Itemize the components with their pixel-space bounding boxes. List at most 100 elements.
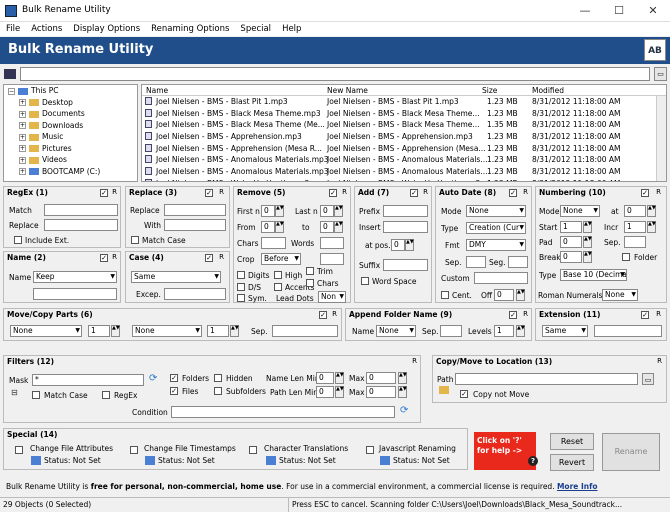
numbering-type-select[interactable]: Base 10 (Decimal) (560, 269, 627, 281)
tree-item[interactable]: − This PC (4, 85, 137, 97)
path-input[interactable] (20, 67, 650, 81)
rename-button[interactable]: Rename (602, 433, 660, 471)
numbering-break-input[interactable]: 0 (560, 251, 582, 263)
change-timestamps-checkbox[interactable] (130, 446, 138, 454)
col-size[interactable]: Size (482, 86, 497, 95)
first-n-input[interactable]: 0 (261, 205, 275, 217)
extension-reset-button[interactable]: R (654, 310, 663, 319)
regex-replace-input[interactable] (44, 219, 118, 231)
include-ext-checkbox[interactable] (14, 236, 22, 244)
name-reset-button[interactable]: R (110, 253, 119, 262)
append-folder-enable-checkbox[interactable]: ✓ (509, 311, 517, 319)
filter-match-case-checkbox[interactable] (32, 391, 40, 399)
at-pos-spinner[interactable]: ▲▼ (405, 239, 414, 251)
file-list[interactable]: Name New Name Size Modified Joel Nielsen… (141, 84, 667, 182)
filter-regex-checkbox[interactable] (102, 391, 110, 399)
more-info-link[interactable]: More Info (557, 482, 598, 491)
file-row[interactable]: Joel Nielsen - BMS - Black Mesa Theme (M… (142, 119, 666, 131)
remove-enable-checkbox[interactable]: ✓ (329, 189, 337, 197)
regex-match-input[interactable] (44, 204, 118, 216)
auto-date-seg-input[interactable] (508, 256, 528, 268)
refresh-icon[interactable]: ⟳ (149, 374, 159, 384)
numbering-folder-checkbox[interactable] (622, 253, 630, 261)
move-copy-num-b[interactable]: 1 (207, 325, 229, 337)
append-folder-reset-button[interactable]: R (521, 310, 530, 319)
numbering-at-spinner[interactable]: ▲▼ (647, 205, 656, 217)
copy-not-move-checkbox[interactable]: ✓ (460, 390, 468, 398)
numbering-incr-spinner[interactable]: ▲▼ (647, 221, 656, 233)
words-input[interactable] (320, 237, 344, 249)
timestamps-icon[interactable] (145, 456, 155, 465)
digits-checkbox[interactable] (237, 271, 245, 279)
numbering-incr-input[interactable]: 1 (624, 221, 646, 233)
col-name[interactable]: Name (146, 86, 168, 95)
add-reset-button[interactable]: R (421, 188, 430, 197)
cent-checkbox[interactable] (441, 291, 449, 299)
numbering-pad-input[interactable]: 0 (560, 236, 582, 248)
hidden-checkbox[interactable] (214, 374, 222, 382)
tree-item[interactable]: + Documents (4, 108, 137, 120)
expand-icon[interactable]: + (19, 156, 26, 164)
expand-icon[interactable]: + (19, 133, 26, 141)
maximize-button[interactable]: ☐ (602, 0, 636, 22)
regex-enable-checkbox[interactable]: ✓ (100, 189, 108, 197)
subfolders-checkbox[interactable] (214, 387, 222, 395)
replace-reset-button[interactable]: R (217, 188, 226, 197)
files-checkbox[interactable]: ✓ (170, 387, 178, 395)
expand-icon[interactable]: + (19, 145, 26, 152)
numbering-reset-button[interactable]: R (654, 188, 663, 197)
crop-input[interactable] (320, 253, 344, 265)
remove-reset-button[interactable]: R (340, 188, 349, 197)
match-case-checkbox[interactable] (131, 236, 139, 244)
from-input[interactable]: 0 (261, 221, 275, 233)
crop-select[interactable]: Before (261, 253, 301, 265)
copy-move-browse-button[interactable]: ▭ (642, 373, 654, 385)
file-list-scrollbar[interactable] (656, 96, 666, 181)
prefix-input[interactable] (383, 205, 428, 217)
auto-date-mode-select[interactable]: None (466, 205, 526, 217)
extension-enable-checkbox[interactable]: ✓ (641, 311, 649, 319)
expand-icon[interactable]: + (19, 122, 26, 129)
chars-input[interactable] (261, 237, 286, 249)
move-copy-select-b[interactable]: None (132, 325, 202, 337)
move-copy-enable-checkbox[interactable]: ✓ (319, 311, 327, 319)
move-copy-spinner-b[interactable]: ▲▼ (230, 325, 239, 337)
levels-input[interactable]: 1 (494, 325, 514, 337)
col-modified[interactable]: Modified (532, 86, 564, 95)
col-new-name[interactable]: New Name (327, 86, 368, 95)
regex-reset-button[interactable]: R (110, 188, 119, 197)
replace-input[interactable] (164, 204, 226, 216)
menu-display-options[interactable]: Display Options (67, 22, 145, 34)
numbering-sep-input[interactable] (624, 236, 646, 248)
name-len-min-spinner[interactable]: ▲▼ (335, 372, 344, 384)
chars-checkbox[interactable] (306, 279, 314, 287)
case-reset-button[interactable]: R (217, 253, 226, 262)
revert-button[interactable]: Revert (550, 454, 594, 471)
filter-icon[interactable]: ⊟ (11, 388, 21, 398)
append-sep-input[interactable] (440, 325, 462, 337)
numbering-at-input[interactable]: 0 (624, 205, 646, 217)
extension-input[interactable] (594, 325, 662, 337)
auto-date-custom-input[interactable] (474, 272, 528, 284)
replace-enable-checkbox[interactable]: ✓ (205, 189, 213, 197)
folders-checkbox[interactable]: ✓ (170, 374, 178, 382)
tree-item[interactable]: + Downloads (4, 120, 137, 132)
move-copy-select-a[interactable]: None (10, 325, 82, 337)
char-translations-checkbox[interactable] (249, 446, 257, 454)
levels-spinner[interactable]: ▲▼ (516, 325, 525, 337)
off-input[interactable]: 0 (494, 289, 514, 301)
menu-file[interactable]: File (0, 22, 25, 34)
translations-icon[interactable] (266, 456, 276, 465)
menu-help[interactable]: Help (276, 22, 306, 34)
trim-checkbox[interactable] (306, 267, 314, 275)
auto-date-type-select[interactable]: Creation (Cur (466, 222, 526, 234)
off-spinner[interactable]: ▲▼ (516, 289, 525, 301)
minimize-button[interactable]: — (568, 0, 602, 22)
numbering-break-spinner[interactable]: ▲▼ (583, 251, 592, 263)
file-row[interactable]: Joel Nielsen - BMS - Blast Pit 1.mp3 Joel… (142, 96, 666, 108)
file-row[interactable]: Joel Nielsen - BMS - Anomalous Materials… (142, 166, 666, 178)
expand-icon[interactable]: + (19, 168, 26, 175)
help-icon[interactable]: ? (528, 456, 538, 466)
to-input[interactable]: 0 (320, 221, 334, 233)
file-row[interactable]: Joel Nielsen - BMS - Apprehension (Mesa … (142, 143, 666, 155)
